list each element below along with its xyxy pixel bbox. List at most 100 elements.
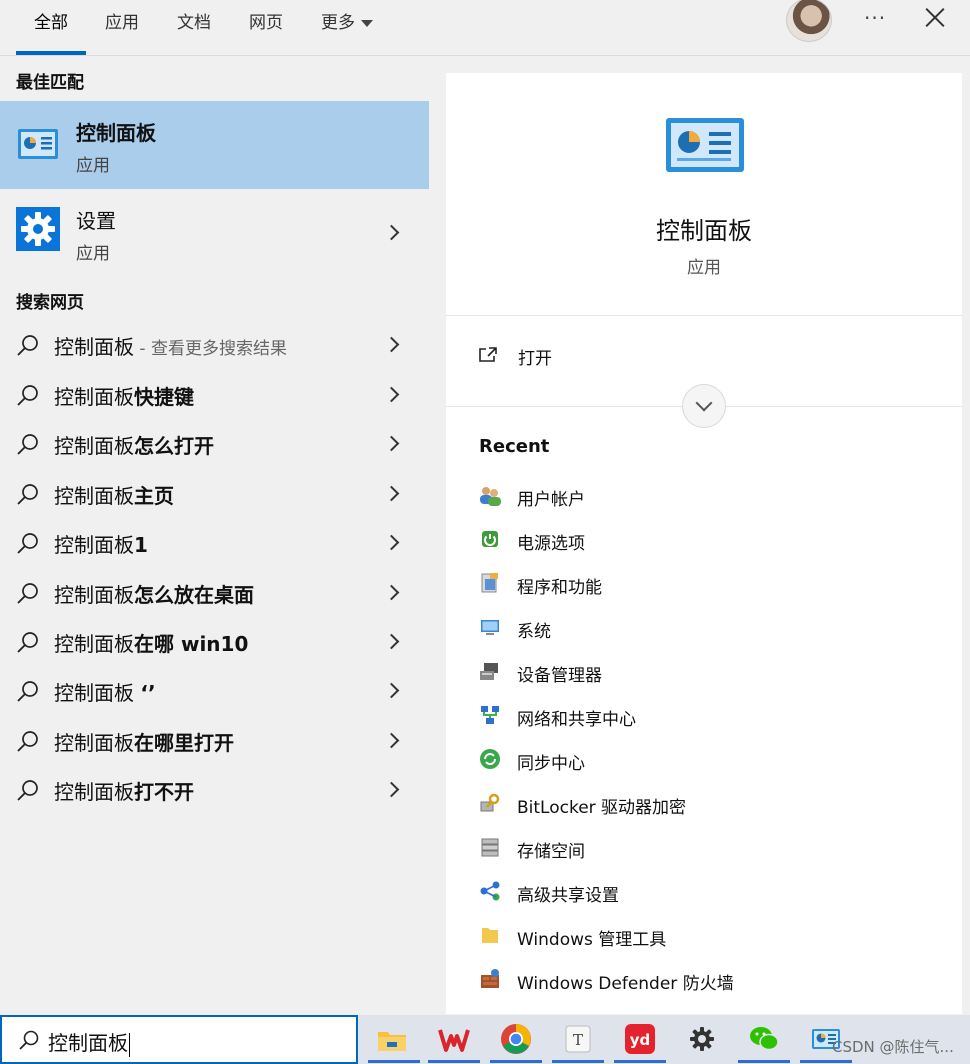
- avatar[interactable]: [786, 0, 832, 42]
- tab-web[interactable]: 网页: [249, 8, 283, 33]
- query-prefix: 控制面板: [54, 731, 134, 755]
- query-suggestion: 1: [134, 533, 148, 557]
- taskbar-active-indicator: [490, 1060, 542, 1063]
- web-search-item[interactable]: 控制面板快捷键: [0, 372, 429, 418]
- recent-item-label: 同步中心: [517, 754, 585, 774]
- query-prefix: 控制面板: [54, 335, 134, 359]
- query-note: - 查看更多搜索结果: [134, 339, 287, 359]
- recent-item-label: 用户帐户: [517, 490, 585, 510]
- query-prefix: 控制面板: [54, 780, 134, 804]
- wechat-icon[interactable]: [748, 1023, 780, 1055]
- recent-item[interactable]: Windows Defender 防火墙: [478, 961, 938, 1001]
- wps-icon[interactable]: [438, 1023, 470, 1055]
- web-search-item[interactable]: 控制面板怎么放在桌面: [0, 570, 429, 616]
- chevron-right-icon: [383, 781, 400, 798]
- expand-button[interactable]: [682, 384, 726, 428]
- chevron-right-icon: [383, 485, 400, 502]
- web-search-text: 控制面板主页: [54, 480, 174, 509]
- recent-item[interactable]: 网络和共享中心: [478, 697, 938, 737]
- search-icon: [17, 780, 38, 801]
- web-search-item[interactable]: 控制面板主页: [0, 471, 429, 517]
- chevron-right-icon: [383, 534, 400, 551]
- svg-text:T: T: [573, 1031, 583, 1049]
- recent-item[interactable]: Windows 管理工具: [478, 917, 938, 957]
- recent-item-label: 程序和功能: [517, 578, 602, 598]
- taskbar-active-indicator: [552, 1060, 604, 1063]
- detail-hero: 控制面板 应用: [446, 73, 962, 316]
- search-icon: [17, 335, 38, 356]
- search-icon: [17, 533, 38, 554]
- chevron-right-icon: [383, 386, 400, 403]
- file-explorer-icon[interactable]: [376, 1023, 408, 1055]
- bitlocker-icon: [480, 793, 500, 812]
- search-query: 控制面板: [48, 1031, 128, 1055]
- query-suggestion: ‘’: [140, 681, 156, 705]
- detail-title: 控制面板: [656, 217, 752, 245]
- recent-item[interactable]: 系统: [478, 609, 938, 649]
- more-options-button[interactable]: ···: [864, 6, 886, 30]
- taskbar-active-indicator: [428, 1060, 480, 1063]
- typora-icon[interactable]: T: [562, 1023, 594, 1055]
- recent-item-label: Windows Defender 防火墙: [517, 974, 734, 994]
- web-search-item[interactable]: 控制面板 - 查看更多搜索结果: [0, 322, 429, 368]
- web-search-item[interactable]: 控制面板 ‘’: [0, 668, 429, 714]
- text-caret: [129, 1032, 130, 1057]
- web-search-item[interactable]: 控制面板1: [0, 520, 429, 566]
- detail-pane: 控制面板 应用 打开 Recent 用户帐户电源选项程序和功能系统设备管理器网络…: [446, 73, 962, 1014]
- query-prefix: 控制面板: [54, 484, 134, 508]
- open-external-icon: [479, 347, 497, 362]
- recent-item[interactable]: BitLocker 驱动器加密: [478, 785, 938, 825]
- settings-icon[interactable]: [686, 1023, 718, 1055]
- best-match-title: 控制面板: [76, 121, 156, 145]
- recent-item[interactable]: 电源选项: [478, 521, 938, 561]
- query-suggestion: 怎么打开: [134, 434, 214, 458]
- web-search-text: 控制面板1: [54, 529, 148, 558]
- recent-item[interactable]: 程序和功能: [478, 565, 938, 605]
- device-manager-icon: [480, 663, 498, 680]
- recent-item[interactable]: 设备管理器: [478, 653, 938, 693]
- tab-apps[interactable]: 应用: [105, 8, 139, 33]
- recent-item[interactable]: 存储空间: [478, 829, 938, 869]
- youdao-icon[interactable]: yd: [624, 1023, 656, 1055]
- web-search-text: 控制面板在哪里打开: [54, 727, 234, 756]
- search-icon: [19, 1030, 39, 1050]
- chevron-right-icon: [383, 435, 400, 452]
- web-search-item[interactable]: 控制面板怎么打开: [0, 421, 429, 467]
- search-input-text: 控制面板: [48, 1027, 130, 1057]
- settings-app-result[interactable]: 设置 应用: [0, 189, 429, 277]
- recent-item[interactable]: 同步中心: [478, 741, 938, 781]
- close-icon[interactable]: [924, 6, 946, 28]
- tab-all[interactable]: 全部: [34, 8, 68, 33]
- query-suggestion: 在哪里打开: [134, 731, 234, 755]
- csdn-watermark: CSDN @陈住气...: [832, 1038, 954, 1056]
- recent-item[interactable]: 高级共享设置: [478, 873, 938, 913]
- chrome-icon[interactable]: [500, 1023, 532, 1055]
- search-tabs-bar: 全部 应用 文档 网页 更多 ···: [0, 0, 970, 56]
- recent-item[interactable]: 用户帐户: [478, 477, 938, 517]
- web-search-text: 控制面板 ‘’: [54, 677, 156, 706]
- search-icon: [17, 434, 38, 455]
- open-action[interactable]: 打开: [478, 339, 778, 373]
- taskbar-active-indicator: [800, 1060, 852, 1063]
- web-search-text: 控制面板在哪 win10: [54, 628, 248, 657]
- tab-documents[interactable]: 文档: [177, 8, 211, 33]
- active-tab-indicator: [16, 51, 86, 55]
- recent-heading: Recent: [479, 436, 550, 457]
- taskbar-active-indicator: [738, 1060, 790, 1063]
- storage-spaces-icon: [481, 838, 499, 857]
- recent-item-label: 系统: [517, 622, 551, 642]
- query-prefix: 控制面板: [54, 533, 134, 557]
- power-options-icon: [482, 531, 498, 547]
- web-search-item[interactable]: 控制面板在哪 win10: [0, 619, 429, 665]
- best-match-subtitle: 应用: [76, 156, 110, 176]
- web-search-text: 控制面板怎么放在桌面: [54, 579, 254, 608]
- query-suggestion: 主页: [134, 484, 174, 508]
- query-suggestion: 在哪 win10: [134, 632, 249, 656]
- search-input[interactable]: 控制面板: [0, 1015, 358, 1064]
- web-search-item[interactable]: 控制面板在哪里打开: [0, 718, 429, 764]
- web-search-item[interactable]: 控制面板打不开: [0, 767, 429, 813]
- best-match-control-panel[interactable]: 控制面板 应用: [0, 101, 429, 189]
- web-search-text: 控制面板打不开: [54, 776, 194, 805]
- tab-more[interactable]: 更多: [321, 8, 373, 33]
- recent-item-label: 网络和共享中心: [517, 710, 636, 730]
